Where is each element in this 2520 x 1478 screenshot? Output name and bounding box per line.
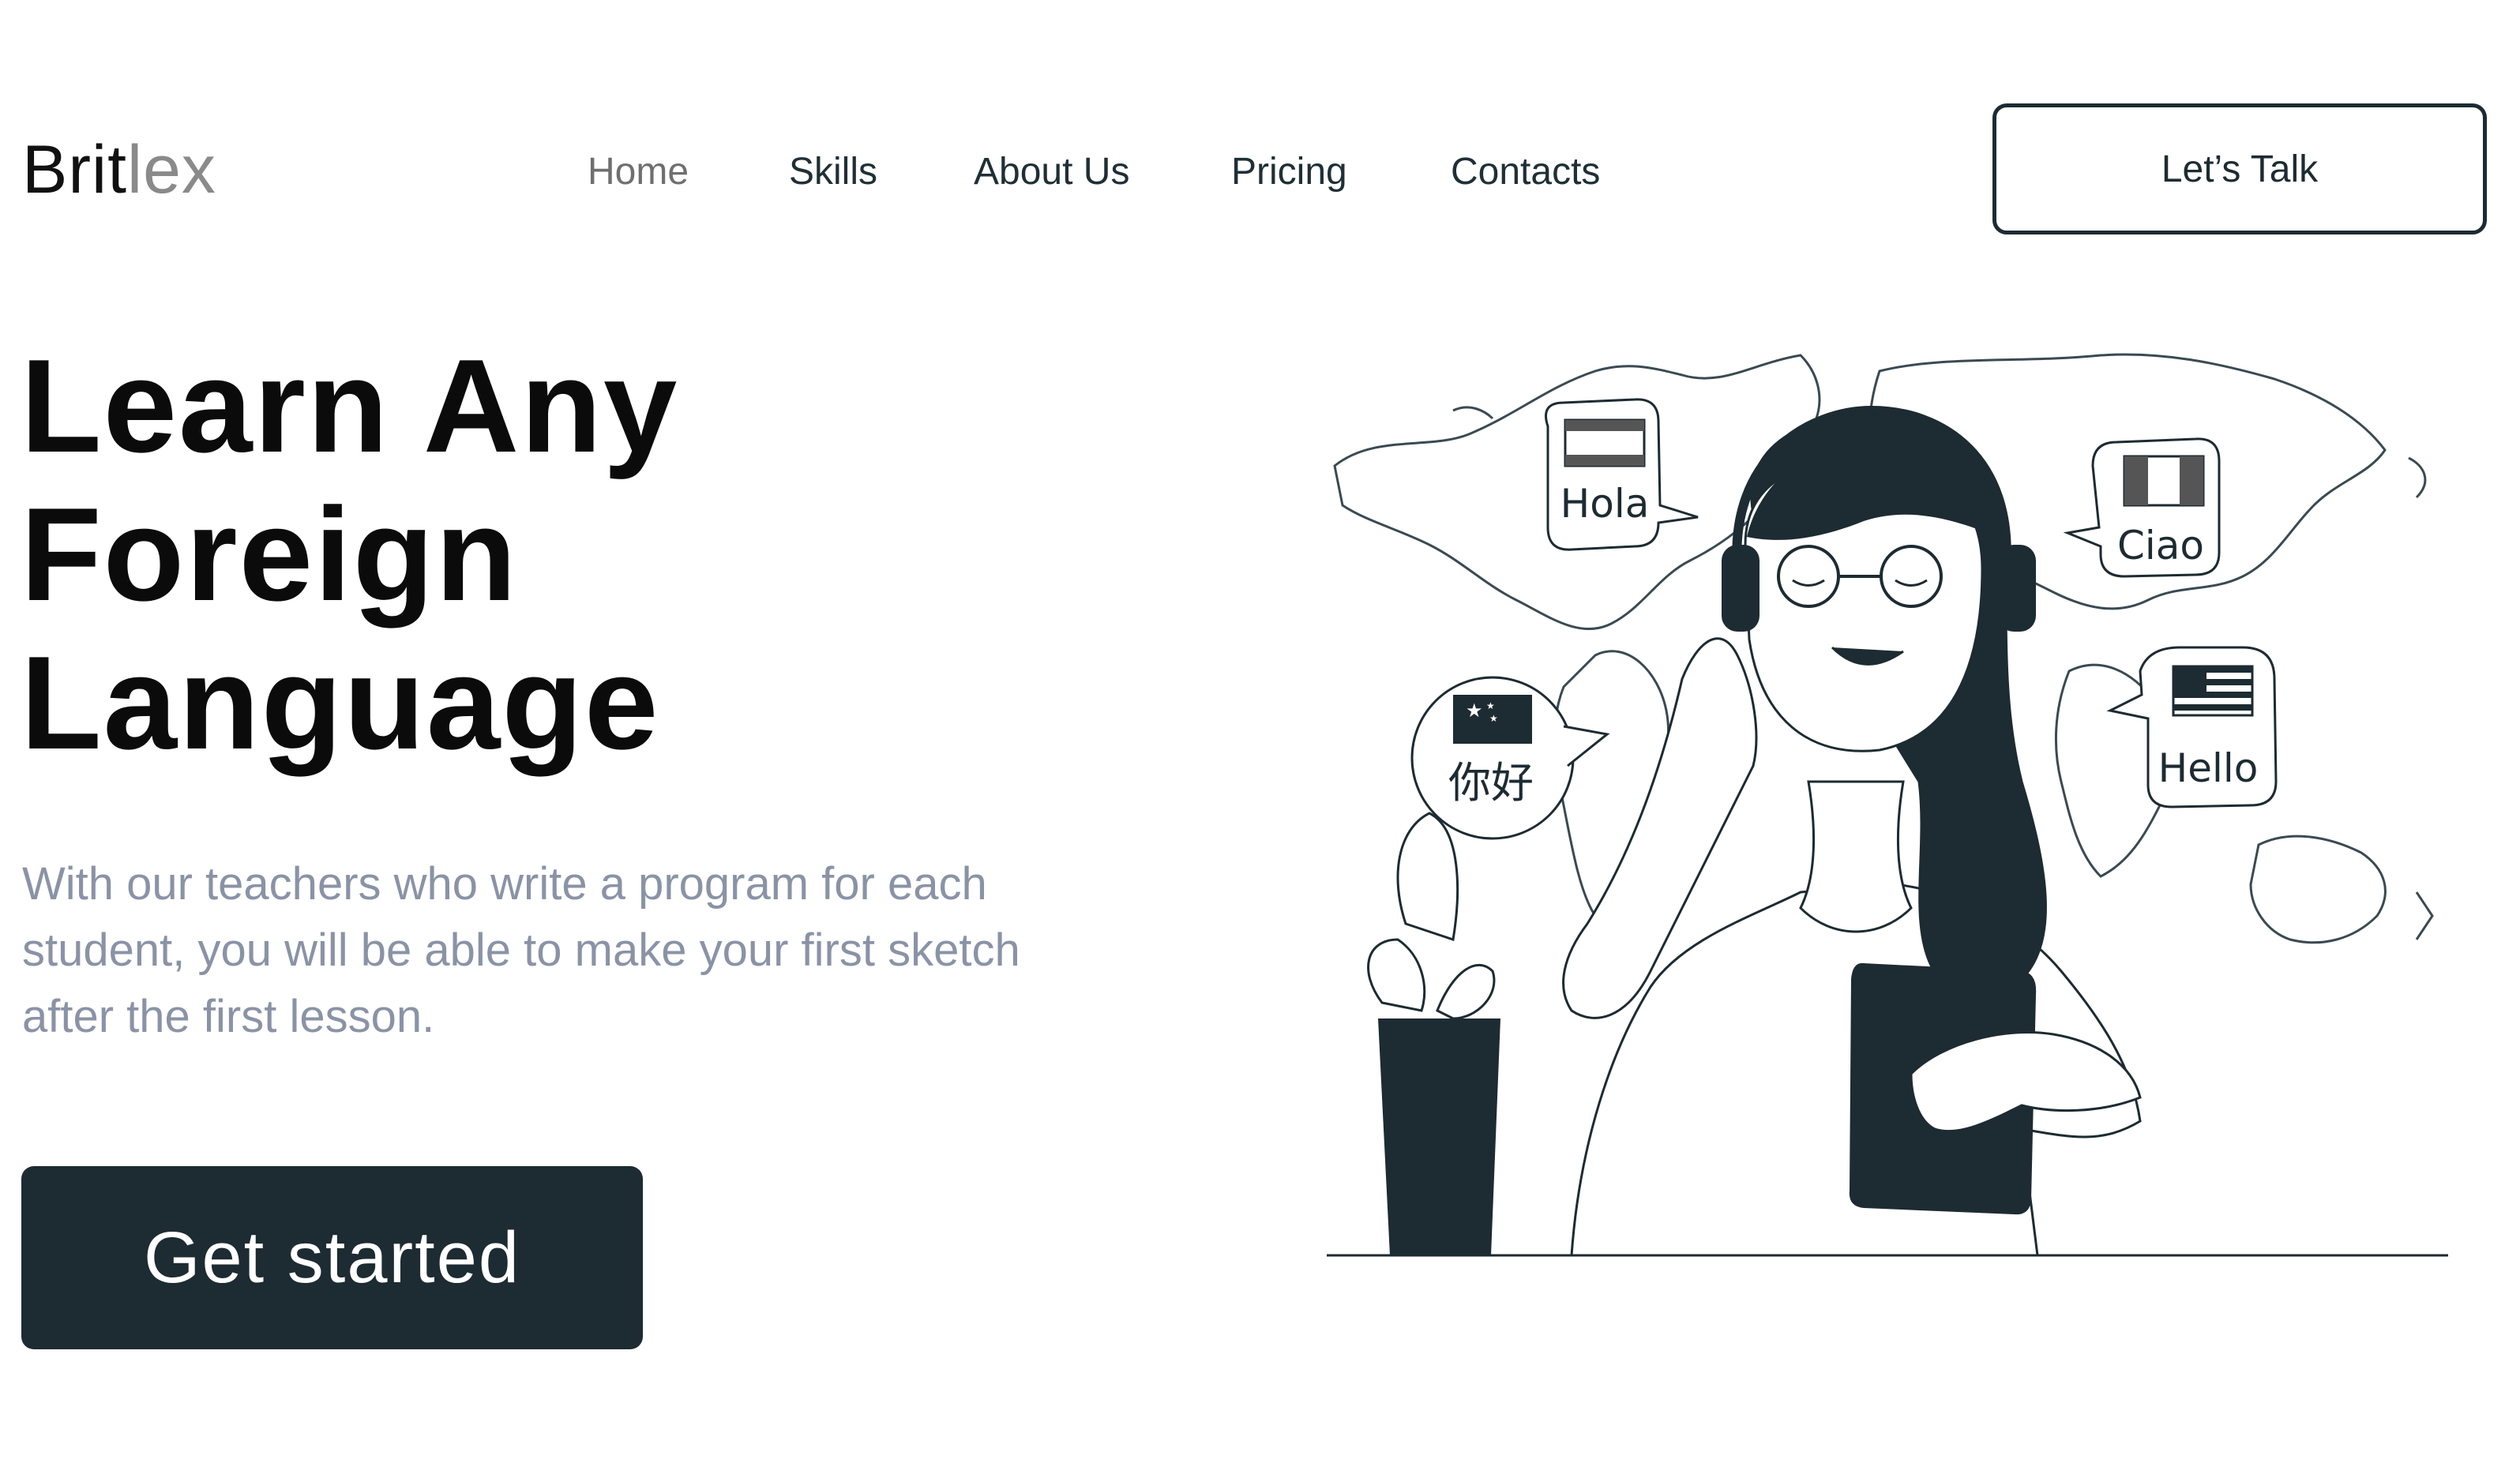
usa-flag-icon (2172, 665, 2254, 717)
greeting-hola: Hola (1560, 481, 1650, 527)
hero-title: Learn Any Foreign Language (21, 332, 678, 777)
hero-title-line-2: Foreign (21, 480, 518, 628)
get-started-button[interactable]: Get started (21, 1166, 643, 1349)
nav-about-us[interactable]: About Us (974, 141, 1129, 204)
nav-contacts[interactable]: Contacts (1451, 141, 1600, 204)
hero-title-line-3: Language (21, 628, 660, 777)
nav-pricing[interactable]: Pricing (1231, 141, 1347, 204)
logo-part-1: Brit (22, 132, 127, 208)
site-header: Britlex Home Skills About Us Pricing Con… (0, 0, 2520, 237)
logo[interactable]: Britlex (22, 126, 216, 213)
nav-home[interactable]: Home (588, 141, 689, 204)
svg-text:★: ★ (1466, 700, 1483, 722)
hero-illustration: Hola Ciao ★ ★ ★ 你好 Hello (1327, 353, 2448, 1257)
spain-flag-icon (1564, 418, 1646, 467)
greeting-ciao: Ciao (2117, 523, 2204, 568)
potted-plant-icon (1367, 812, 1500, 1255)
ciao-bubble: Ciao (2063, 437, 2221, 578)
greeting-nihao: 你好 (1448, 758, 1534, 808)
svg-text:★: ★ (1486, 700, 1495, 711)
china-flag-icon: ★ ★ ★ (1453, 695, 1532, 744)
hola-bubble: Hola (1545, 398, 1699, 551)
nihao-bubble: ★ ★ ★ 你好 (1410, 676, 1610, 840)
hero-title-line-1: Learn Any (21, 332, 679, 480)
lets-talk-button[interactable]: Let’s Talk (1992, 103, 2487, 234)
logo-part-2: lex (127, 132, 216, 208)
nav-skills[interactable]: Skills (789, 141, 877, 204)
greeting-hello: Hello (2158, 745, 2259, 791)
italy-flag-icon (2123, 455, 2205, 507)
hello-bubble: Hello (2106, 646, 2278, 808)
svg-text:★: ★ (1489, 713, 1498, 724)
hero-subtitle: With our teachers who write a program fo… (22, 858, 1020, 1042)
